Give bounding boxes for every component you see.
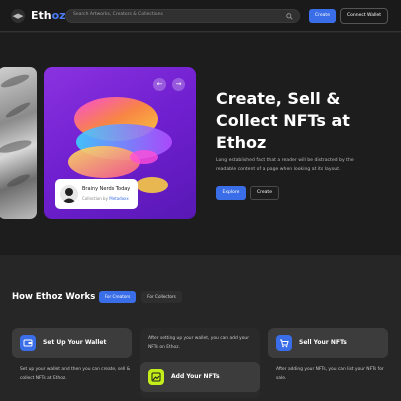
- step-card-wallet[interactable]: Set Up Your Wallet Set up your wallet an…: [12, 328, 132, 398]
- hero-create-button[interactable]: Create: [250, 186, 279, 200]
- brand-text: Eth: [31, 9, 52, 22]
- step-card-add-nfts[interactable]: After setting up your wallet, you can ad…: [140, 328, 260, 398]
- step-description: After adding your NFTs, you can list you…: [276, 367, 384, 381]
- collection-by-prefix: Collection by: [82, 196, 108, 201]
- tab-for-creators[interactable]: For Creators: [99, 291, 136, 303]
- menu-icon[interactable]: ◀▶: [11, 9, 25, 23]
- collection-title: Brainy Nerds Today: [82, 186, 131, 192]
- cart-icon: [276, 335, 292, 351]
- search-input[interactable]: Search Artworks, Creators & Collections: [65, 9, 300, 23]
- avatar: [60, 185, 78, 203]
- wallet-icon: [20, 335, 36, 351]
- rock-artwork-card[interactable]: [0, 67, 37, 219]
- top-navbar: ◀▶ Ethoz. Search Artworks, Creators & Co…: [0, 0, 401, 32]
- step-title: Set Up Your Wallet: [43, 339, 107, 346]
- hero-section: ← → Brainy Nerds Today Collection by Met…: [0, 33, 401, 255]
- collection-creator-link[interactable]: Metadoxx: [109, 196, 129, 201]
- step-header: Set Up Your Wallet: [12, 328, 132, 358]
- search-placeholder: Search Artworks, Creators & Collections: [73, 12, 163, 17]
- search-icon: [286, 13, 293, 20]
- step-card-sell-nfts[interactable]: Sell Your NFTs After adding your NFTs, y…: [268, 328, 388, 398]
- connect-wallet-button[interactable]: Connect Wallet: [340, 8, 388, 24]
- next-arrow-button[interactable]: →: [172, 78, 185, 91]
- collection-by: Collection by Metadoxx: [82, 196, 129, 201]
- collection-info-card[interactable]: Brainy Nerds Today Collection by Metadox…: [55, 179, 138, 209]
- explore-button[interactable]: Explore: [216, 186, 246, 200]
- step-header: Sell Your NFTs: [268, 328, 388, 358]
- featured-artwork-card[interactable]: ← → Brainy Nerds Today Collection by Met…: [44, 67, 196, 219]
- step-header: Add Your NFTs: [140, 362, 260, 392]
- add-image-icon: [148, 369, 164, 385]
- step-title: Sell Your NFTs: [299, 339, 347, 346]
- tab-for-collectors[interactable]: For Collectors: [141, 291, 182, 303]
- hero-title: Create, Sell & Collect NFTs at Ethoz: [216, 89, 350, 152]
- hero-description: Long established fact that a reader will…: [216, 158, 354, 172]
- prev-arrow-button[interactable]: ←: [153, 78, 166, 91]
- step-description: Set up your wallet and then you can crea…: [20, 367, 131, 381]
- step-description: After setting up your wallet, you can ad…: [148, 336, 250, 350]
- brand-logo[interactable]: Ethoz.: [31, 9, 70, 22]
- how-it-works-title: How Ethoz Works: [12, 292, 96, 302]
- step-title: Add Your NFTs: [171, 373, 220, 380]
- create-button[interactable]: Create: [309, 9, 336, 23]
